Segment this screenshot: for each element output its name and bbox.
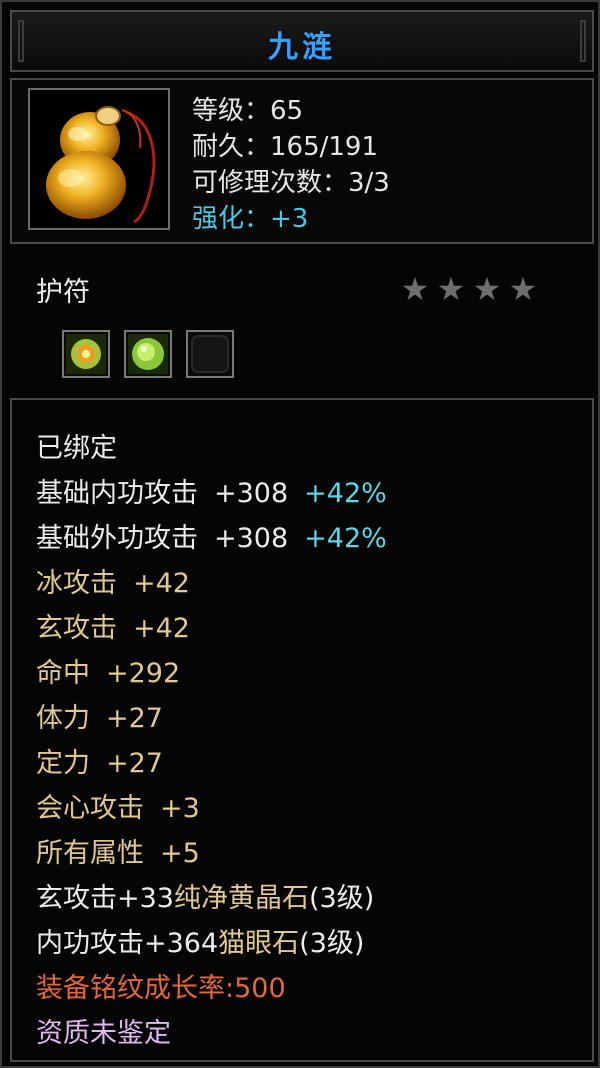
- base-inner-attack-row: 基础内功攻击 +308 +42%: [36, 471, 387, 510]
- gem-name: 猫眼石: [218, 928, 300, 959]
- gem-level: (3级): [299, 928, 365, 959]
- gem-slot-2[interactable]: [124, 330, 172, 378]
- enhance-stat: 强化：+3: [192, 204, 309, 234]
- gem-slot-3[interactable]: [186, 330, 234, 378]
- crit-attack-row: 会心攻击 +3: [36, 786, 200, 825]
- stamina-row: 体力 +27: [36, 696, 163, 735]
- star-icon: ★: [400, 270, 430, 308]
- attr-value: +292: [106, 658, 181, 689]
- attr-label: 体力: [36, 703, 90, 734]
- all-attributes-row: 所有属性 +5: [36, 831, 200, 870]
- item-name: 九涟: [268, 30, 336, 65]
- xuan-attack-row: 玄攻击 +42: [36, 606, 190, 645]
- attr-label: 基础内功攻击: [36, 478, 198, 509]
- attr-label: 会心攻击: [36, 793, 144, 824]
- attr-value: +42: [133, 568, 190, 599]
- gem-bonus-row-1: 玄攻击+33纯净黄晶石(3级): [36, 876, 374, 915]
- attr-value: +42: [133, 613, 190, 644]
- attr-label: 冰攻击: [36, 568, 117, 599]
- attr-bonus: +42%: [304, 478, 387, 509]
- attr-label: 所有属性: [36, 838, 144, 869]
- star-icon: ★: [508, 270, 538, 308]
- star-icon: ★: [472, 270, 502, 308]
- focus-row: 定力 +27: [36, 741, 163, 780]
- title-grip-right: [580, 20, 586, 62]
- green-gem-icon: [128, 334, 168, 374]
- base-outer-attack-row: 基础外功攻击 +308 +42%: [36, 516, 387, 555]
- star-icon: ★: [436, 270, 466, 308]
- attr-value: +5: [160, 838, 200, 869]
- attr-bonus: +42%: [304, 523, 387, 554]
- gem-bonus-row-2: 内功攻击+364猫眼石(3级): [36, 921, 364, 960]
- item-type: 护符: [36, 277, 90, 308]
- ice-attack-row: 冰攻击 +42: [36, 561, 190, 600]
- attr-label: 基础外功攻击: [36, 523, 198, 554]
- repair-count-stat: 可修理次数：3/3: [192, 168, 390, 198]
- attr-label: 玄攻击: [36, 613, 117, 644]
- attr-value: +308: [214, 478, 289, 509]
- gem-name: 纯净黄晶石: [173, 883, 309, 914]
- gold-gem-icon: [66, 334, 106, 374]
- gem-bonus-value: 玄攻击+33: [36, 883, 174, 914]
- item-tooltip: 九涟 等级：65 耐久：165/191 可修理次数：3/3 强化：+3 护符 ★…: [0, 0, 600, 1068]
- attr-value: +3: [160, 793, 200, 824]
- attr-value: +27: [106, 748, 163, 779]
- gem-slot-1[interactable]: [62, 330, 110, 378]
- attr-value: +308: [214, 523, 289, 554]
- quality-status: 资质未鉴定: [36, 1018, 171, 1049]
- attr-value: +27: [106, 703, 163, 734]
- hit-row: 命中 +292: [36, 651, 180, 690]
- title-bar: 九涟: [10, 10, 594, 72]
- level-stat: 等级：65: [192, 96, 304, 126]
- gold-pendant-icon: [28, 88, 170, 230]
- empty-slot-icon: [191, 335, 229, 373]
- attr-label: 定力: [36, 748, 90, 779]
- attr-label: 命中: [36, 658, 90, 689]
- item-info-box: 等级：65 耐久：165/191 可修理次数：3/3 强化：+3: [10, 78, 594, 244]
- growth-rate: 装备铭纹成长率:500: [36, 973, 286, 1004]
- bound-status: 已绑定: [36, 433, 117, 464]
- gem-bonus-value: 内功攻击+364: [36, 928, 219, 959]
- star-rating: ★ ★ ★ ★: [397, 270, 541, 308]
- durability-stat: 耐久：165/191: [192, 132, 379, 162]
- gem-level: (3级): [308, 883, 375, 914]
